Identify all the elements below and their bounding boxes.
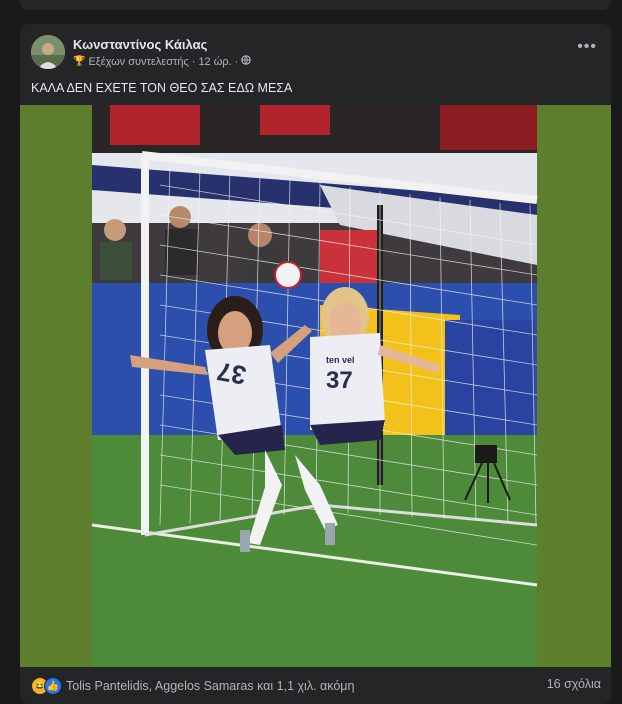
more-options-icon[interactable]: ••• xyxy=(577,39,597,55)
post-card: Κωνσταντίνος Κάιλας 🏆 Εξέχων συντελεστής… xyxy=(20,24,611,704)
post-footer: 😆 👍 Tolis Pantelidis, Aggelos Samaras κα… xyxy=(20,667,611,704)
jersey-left-number: 37 xyxy=(215,356,249,391)
top-contributor-badge[interactable]: Εξέχων συντελεστής xyxy=(88,56,188,68)
trophy-icon: 🏆 xyxy=(73,56,86,67)
post-text: ΚΑΛΑ ΔΕΝ ΕΧΕΤΕ ΤΟΝ ΘΕΟ ΣΑΣ ΕΔΩ ΜΕΣΑ xyxy=(31,81,293,95)
goal-photo: 37 ten vel 37 xyxy=(20,105,611,667)
jersey-right-name: ten vel xyxy=(326,355,355,365)
like-icon: 👍 xyxy=(44,677,62,695)
meta-separator-2: · xyxy=(234,55,239,68)
jersey-right-number: 37 xyxy=(326,367,353,394)
avatar-image xyxy=(31,35,65,69)
post-meta: 🏆 Εξέχων συντελεστής · 12 ώρ. · xyxy=(73,55,252,68)
reaction-icons: 😆 👍 xyxy=(31,677,62,695)
author-name[interactable]: Κωνσταντίνος Κάιλας xyxy=(73,37,207,52)
reactions-summary[interactable]: 😆 👍 Tolis Pantelidis, Aggelos Samaras κα… xyxy=(31,677,354,695)
comments-count[interactable]: 16 σχόλια xyxy=(547,677,601,691)
photo-content xyxy=(91,105,538,667)
reactions-text[interactable]: Tolis Pantelidis, Aggelos Samaras και 1,… xyxy=(66,679,354,693)
post-image[interactable]: 37 ten vel 37 xyxy=(20,105,611,667)
avatar[interactable] xyxy=(31,35,65,69)
post-time[interactable]: 12 ώρ. xyxy=(198,56,231,68)
previous-post-card xyxy=(20,0,611,10)
meta-separator: · xyxy=(191,55,196,68)
globe-icon[interactable] xyxy=(241,55,252,68)
